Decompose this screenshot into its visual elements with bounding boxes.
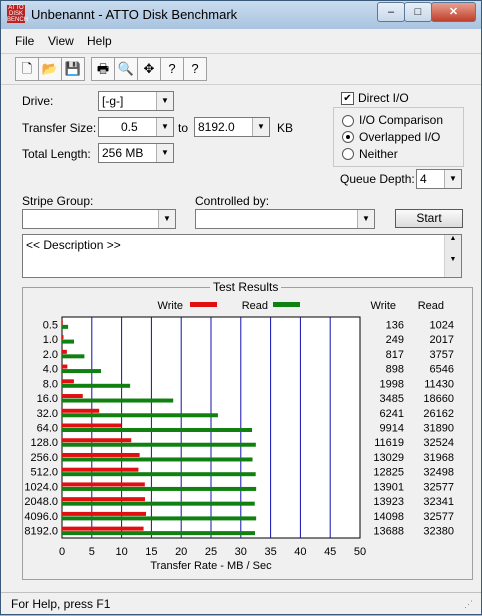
app-window: ATTO DISK BENCH Unbenannt - ATTO Disk Benc… [0,0,482,615]
read-value: 2017 [430,334,454,346]
category-label: 0.5 [43,319,58,331]
category-label: 128.0 [30,437,58,449]
read-value: 32380 [423,526,454,538]
read-value: 11430 [424,378,454,390]
read-bar [62,339,75,344]
category-label: 8192.0 [24,526,58,538]
write-bar [62,452,140,457]
read-value: 18660 [423,393,454,405]
legend-write-label: Write [158,300,183,312]
write-value: 6241 [380,408,404,420]
read-value: 32498 [423,467,454,479]
write-value: 13923 [373,496,404,508]
write-bar [62,482,145,487]
category-label: 4.0 [43,364,58,376]
category-label: 64.0 [37,423,58,435]
write-value: 817 [386,349,404,361]
write-value: 13901 [373,481,404,493]
category-label: 512.0 [30,467,58,479]
resize-grip-icon[interactable]: ⋰ [464,599,473,610]
read-bar [62,413,218,418]
write-value: 1998 [380,378,404,390]
status-bar: For Help, press F1 ⋰ [1,592,481,615]
read-bar [62,472,256,477]
legend-read-swatch [273,302,300,307]
write-bar [62,364,68,369]
read-bar [62,486,257,491]
write-column-header: Write [371,300,396,312]
write-value: 136 [386,319,404,331]
read-value: 1024 [430,319,454,331]
write-bar [62,497,145,502]
write-bar [62,511,147,516]
legend-write-swatch [190,302,217,307]
read-value: 26162 [423,408,454,420]
read-value: 6546 [430,364,454,376]
x-tick-label: 30 [235,546,247,558]
read-value: 32577 [423,481,454,493]
write-bar [62,423,122,428]
read-column-header: Read [418,300,444,312]
write-bar [62,394,83,399]
category-label: 256.0 [30,452,58,464]
x-tick-label: 45 [324,546,336,558]
read-value: 32577 [423,511,454,523]
category-label: 2048.0 [24,496,58,508]
x-tick-label: 35 [264,546,276,558]
read-bar [62,398,174,403]
read-value: 31890 [423,423,454,435]
read-bar [62,428,253,432]
category-label: 1024.0 [24,481,58,493]
x-tick-label: 25 [205,546,217,558]
category-label: 32.0 [37,408,58,420]
write-value: 12825 [373,467,404,479]
write-value: 11619 [374,437,404,449]
read-bar [62,324,69,329]
write-value: 249 [386,334,404,346]
write-bar [62,349,67,354]
x-tick-label: 10 [115,546,127,558]
write-bar [62,320,63,325]
write-bar [62,467,139,472]
results-chart: 0 5 10 15 20 25 30 35 40 45 50 Transfer Rate - MB /… [24,300,454,572]
write-value: 14098 [373,511,404,523]
x-tick-label: 20 [175,546,187,558]
read-value: 31968 [423,452,454,464]
write-value: 898 [386,364,404,376]
read-bar [62,457,253,462]
x-axis-label: Transfer Rate - MB / Sec [150,560,272,572]
legend-read-label: Read [242,300,268,312]
read-bar [62,531,255,536]
category-label: 8.0 [43,378,58,390]
category-label: 1.0 [43,334,58,346]
read-bar [62,442,256,447]
x-tick-label: 0 [59,546,65,558]
write-value: 13688 [373,526,404,538]
x-tick-label: 5 [89,546,95,558]
category-label: 2.0 [43,349,58,361]
write-value: 3485 [380,393,404,405]
write-value: 9914 [380,423,404,435]
x-tick-label: 50 [354,546,366,558]
read-bar [62,383,131,388]
write-bar [62,408,100,413]
read-bar [62,369,102,374]
write-bar [62,438,132,443]
read-value: 32524 [423,437,454,449]
x-tick-label: 40 [294,546,306,558]
read-bar [62,501,255,506]
category-label: 16.0 [37,393,58,405]
x-tick-label: 15 [145,546,157,558]
read-value: 3757 [430,349,454,361]
read-bar [62,354,85,359]
write-value: 13029 [373,452,404,464]
write-bar [62,379,74,384]
read-value: 32341 [423,496,454,508]
category-label: 4096.0 [24,511,58,523]
read-bar [62,516,257,521]
status-text: For Help, press F1 [11,597,111,611]
write-bar [62,526,144,531]
write-bar [62,335,64,340]
